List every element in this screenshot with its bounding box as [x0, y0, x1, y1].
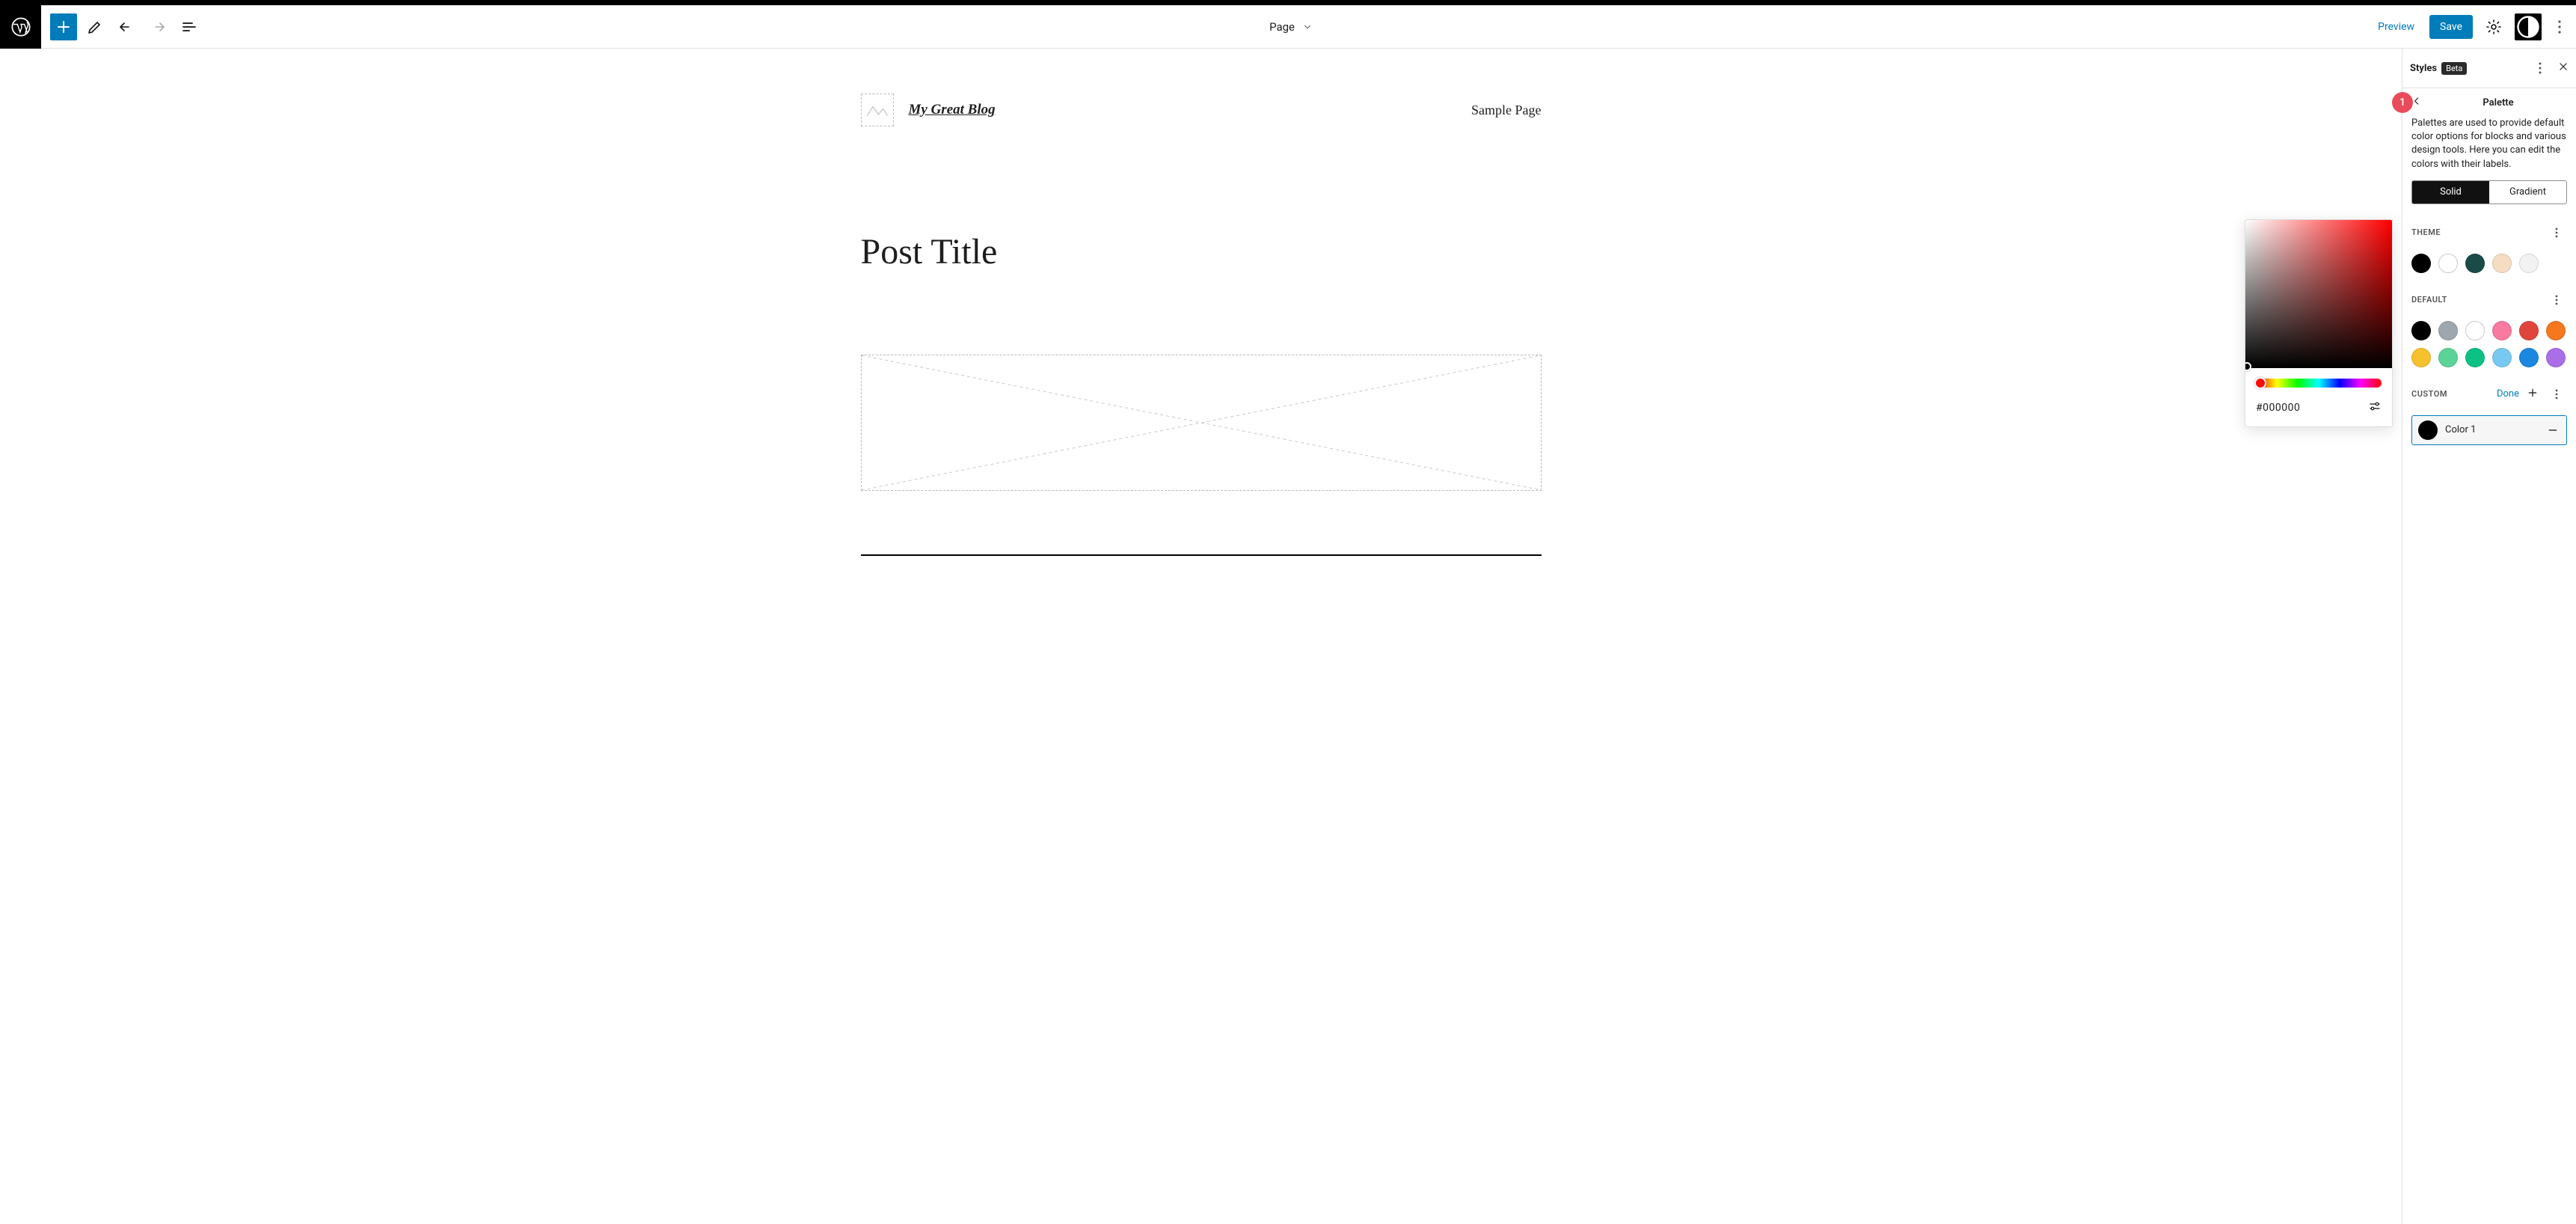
featured-image-placeholder[interactable]	[861, 355, 1542, 491]
custom-add-button[interactable]	[2527, 387, 2539, 402]
theme-swatch-3[interactable]	[2492, 254, 2512, 273]
edit-button[interactable]	[82, 13, 108, 40]
panel-close-button[interactable]	[2558, 61, 2569, 75]
panel-more-button[interactable]	[2530, 55, 2551, 82]
custom-group-label: CUSTOM	[2411, 389, 2447, 399]
default-swatch-1[interactable]	[2438, 321, 2458, 340]
palette-type-tabs: Solid Gradient	[2411, 180, 2567, 204]
kebab-icon	[2555, 295, 2558, 305]
default-group-label: DEFAULT	[2411, 295, 2447, 305]
site-header: My Great Blog Sample Page	[861, 79, 1542, 156]
default-swatch-5[interactable]	[2546, 321, 2566, 340]
undo-icon	[117, 18, 135, 36]
default-swatch-8[interactable]	[2465, 348, 2485, 367]
add-block-button[interactable]	[50, 13, 77, 40]
chevron-down-icon	[1302, 22, 1313, 32]
settings-button[interactable]	[2480, 13, 2507, 40]
wordpress-icon	[10, 16, 31, 37]
default-swatch-0[interactable]	[2411, 321, 2431, 340]
post-title[interactable]: Post Title	[861, 231, 1542, 272]
list-icon	[180, 18, 198, 36]
editor-topbar: Page Preview Save	[0, 5, 2576, 49]
custom-color-swatch[interactable]	[2418, 420, 2438, 440]
chevron-left-icon	[2411, 96, 2422, 106]
default-swatch-6[interactable]	[2411, 348, 2431, 367]
redo-button[interactable]	[144, 13, 171, 40]
default-group-more[interactable]	[2546, 287, 2567, 313]
palette-help-text: Palettes are used to provide default col…	[2402, 117, 2576, 180]
plus-icon	[2527, 387, 2539, 399]
custom-done-button[interactable]: Done	[2497, 388, 2519, 400]
panel-section-title: Palette	[2429, 97, 2567, 108]
color-hex-value[interactable]: #000000	[2256, 402, 2300, 414]
color-detail-toggle[interactable]	[2368, 400, 2382, 416]
custom-group-more[interactable]	[2546, 381, 2567, 408]
hue-handle[interactable]	[2254, 377, 2266, 389]
panel-title: Styles	[2410, 63, 2437, 74]
content-divider	[861, 554, 1542, 556]
styles-toggle-button[interactable]	[2515, 13, 2542, 40]
editor-canvas[interactable]: My Great Blog Sample Page Post Title	[0, 49, 2402, 1224]
kebab-icon	[2555, 389, 2558, 400]
save-button[interactable]: Save	[2429, 15, 2473, 39]
close-icon	[2558, 61, 2569, 72]
list-view-button[interactable]	[176, 13, 203, 40]
color-picker-saturation[interactable]	[2245, 220, 2392, 368]
tab-gradient[interactable]: Gradient	[2489, 181, 2566, 204]
theme-group-label: THEME	[2411, 227, 2441, 237]
preview-button[interactable]: Preview	[2370, 15, 2422, 39]
theme-swatch-4[interactable]	[2519, 254, 2539, 273]
saturation-handle[interactable]	[2245, 362, 2251, 371]
tab-solid[interactable]: Solid	[2412, 181, 2489, 204]
wordpress-logo-button[interactable]	[0, 5, 41, 49]
custom-color-item[interactable]: Color 1	[2411, 415, 2567, 445]
undo-button[interactable]	[113, 13, 140, 40]
theme-swatch-2[interactable]	[2465, 254, 2485, 273]
color-picker-popover: #000000	[2245, 219, 2393, 427]
styles-panel: Styles Beta 1 Palette Palettes are used …	[2402, 49, 2576, 1224]
nav-item-sample-page[interactable]: Sample Page	[1471, 102, 1541, 118]
default-swatch-9[interactable]	[2492, 348, 2512, 367]
theme-swatch-1[interactable]	[2438, 254, 2458, 273]
tutorial-callout-1: 1	[2392, 92, 2413, 113]
document-type-dropdown[interactable]: Page	[212, 20, 2370, 34]
document-type-label: Page	[1269, 20, 1295, 34]
custom-color-remove[interactable]	[2545, 423, 2560, 438]
sliders-icon	[2368, 400, 2382, 413]
default-swatch-7[interactable]	[2438, 348, 2458, 367]
gear-icon	[2485, 18, 2503, 36]
color-picker-hue[interactable]	[2256, 379, 2382, 388]
default-swatch-10[interactable]	[2519, 348, 2539, 367]
redo-icon	[149, 18, 167, 36]
image-placeholder-icon	[866, 99, 889, 121]
theme-group-more[interactable]	[2546, 219, 2567, 246]
default-swatch-3[interactable]	[2492, 321, 2512, 340]
beta-badge: Beta	[2441, 62, 2467, 75]
site-logo-placeholder[interactable]	[861, 94, 894, 126]
placeholder-cross-icon	[862, 355, 1541, 490]
custom-color-name[interactable]: Color 1	[2445, 424, 2538, 435]
theme-swatch-0[interactable]	[2411, 254, 2431, 273]
site-title-link[interactable]: My Great Blog	[909, 102, 996, 118]
plus-icon	[55, 18, 73, 36]
more-options-button[interactable]	[2549, 13, 2570, 40]
contrast-icon	[2515, 13, 2542, 40]
kebab-icon	[2558, 20, 2561, 34]
kebab-icon	[2555, 227, 2558, 238]
pencil-icon	[86, 18, 104, 36]
palette-back-button[interactable]	[2411, 96, 2422, 109]
default-swatch-4[interactable]	[2519, 321, 2539, 340]
default-swatch-2[interactable]	[2465, 321, 2485, 340]
minus-icon	[2547, 424, 2559, 436]
default-swatch-11[interactable]	[2546, 348, 2566, 367]
kebab-icon	[2539, 62, 2542, 74]
